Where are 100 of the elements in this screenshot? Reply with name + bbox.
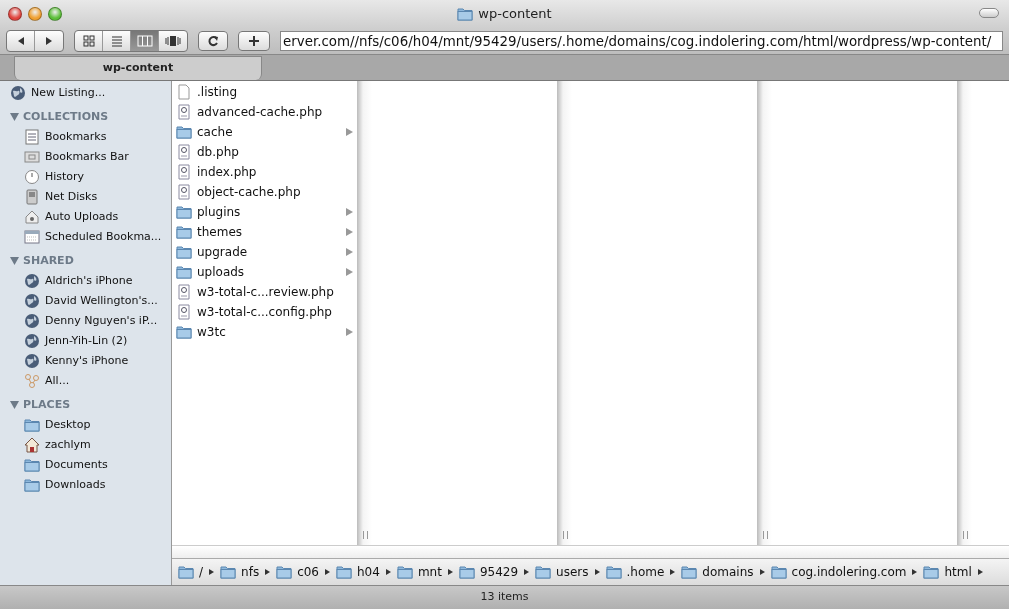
sidebar-item[interactable]: Auto Uploads [0,207,171,227]
file-item[interactable]: upgrade [172,242,357,262]
expand-arrow-icon [346,248,353,256]
clock-icon [24,169,40,185]
path-segment[interactable]: h04 [336,563,380,581]
home-icon [24,437,40,453]
disclosure-triangle-icon[interactable] [10,257,19,265]
path-arrow-icon [209,569,215,575]
navigation-control[interactable] [6,30,64,52]
folder-icon [176,224,192,240]
network-icon [24,373,40,389]
php-file-icon [176,144,192,160]
folder-icon [535,564,552,580]
sidebar-item[interactable]: Net Disks [0,187,171,207]
file-item[interactable]: w3tc [172,322,357,342]
path-segment[interactable]: users [535,563,589,581]
path-arrow-icon [524,569,530,575]
sidebar-item[interactable]: Aldrich's iPhone [0,271,171,291]
path-arrow-icon [385,569,391,575]
sidebar-item[interactable]: Documents [0,455,171,475]
view-mode-control[interactable] [74,30,188,52]
expand-arrow-icon [346,228,353,236]
tab[interactable]: wp-content [14,56,262,80]
file-item[interactable]: .listing [172,82,357,102]
sidebar-item[interactable]: Jenn-Yih-Lin (2) [0,331,171,351]
path-segment[interactable]: c06 [276,563,319,581]
sidebar-item[interactable]: Desktop [0,415,171,435]
folder-icon [176,124,192,140]
php-file-icon [176,304,192,320]
add-button[interactable] [238,31,270,51]
forward-arrow-icon [44,36,54,46]
path-segment[interactable]: domains [681,563,754,581]
sidebar-item[interactable]: Downloads [0,475,171,495]
path-segment[interactable]: 95429 [458,563,519,581]
file-item[interactable]: themes [172,222,357,242]
file-item[interactable]: advanced-cache.php [172,102,357,122]
path-segment[interactable]: .home [605,563,665,581]
sidebar-item[interactable]: New Listing... [0,83,171,103]
path-arrow-icon [447,569,453,575]
sidebar-item[interactable]: Bookmarks [0,127,171,147]
reload-button[interactable] [198,31,228,51]
sidebar-item[interactable]: David Wellington's... [0,291,171,311]
sidebar-item[interactable]: History [0,167,171,187]
folder-icon [24,417,40,433]
folder-icon [396,564,413,580]
zoom-button[interactable] [48,7,62,21]
path-segment[interactable]: / [178,563,204,581]
folder-icon [178,564,194,580]
file-item[interactable]: object-cache.php [172,182,357,202]
file-item[interactable]: plugins [172,202,357,222]
sidebar-item[interactable]: Scheduled Bookma... [0,227,171,247]
file-item[interactable]: uploads [172,262,357,282]
expand-arrow-icon [346,268,353,276]
disclosure-triangle-icon[interactable] [10,113,19,121]
folder-icon [276,564,293,580]
window-title: wp-content [478,5,552,24]
globe-icon [24,273,40,289]
folder-icon [457,6,474,22]
path-arrow-icon [759,569,765,575]
file-item[interactable]: db.php [172,142,357,162]
file-item[interactable]: w3-total-c...review.php [172,282,357,302]
folder-icon [681,564,698,580]
sidebar-item[interactable]: Bookmarks Bar [0,147,171,167]
folder-icon [336,564,352,580]
file-item[interactable]: w3-total-c...config.php [172,302,357,322]
file-item[interactable]: cache [172,122,357,142]
folder-icon [176,204,192,220]
minimize-button[interactable] [28,7,42,21]
folder-icon [458,564,475,580]
folder-icon [923,564,940,580]
disclosure-triangle-icon[interactable] [10,401,19,409]
sidebar-item[interactable]: All... [0,371,171,391]
folder-icon [24,477,40,493]
address-field[interactable]: erver.com//nfs/c06/h04/mnt/95429/users/.home/domains/cog.indolering.com/html/wordpress/wp-content/ [280,31,1003,51]
path-segment[interactable]: nfs [220,563,260,581]
path-arrow-icon [594,569,600,575]
horizontal-scrollbar[interactable] [172,545,1009,558]
path-segment[interactable]: mnt [396,563,442,581]
globe-icon [24,293,40,309]
folder-icon [770,564,787,580]
globe-icon [24,313,40,329]
toolbar-toggle-button[interactable] [979,8,999,18]
section-header: SHARED [23,252,74,269]
path-arrow-icon [670,569,676,575]
globe-icon [24,333,40,349]
sidebar-item[interactable]: zachlym [0,435,171,455]
php-file-icon [176,164,192,180]
path-arrow-icon [325,569,330,575]
sidebar-item[interactable]: Denny Nguyen's iP... [0,311,171,331]
close-button[interactable] [8,7,22,21]
columns-icon [136,35,153,47]
file-item[interactable]: index.php [172,162,357,182]
path-segment[interactable]: html [923,563,972,581]
icon-grid-icon [82,35,95,47]
path-segment[interactable]: cog.indolering.com [770,563,907,581]
section-header: PLACES [23,396,71,413]
path-arrow-icon [265,569,271,575]
globe-icon [10,85,26,101]
php-file-icon [176,184,192,200]
sidebar-item[interactable]: Kenny's iPhone [0,351,171,371]
